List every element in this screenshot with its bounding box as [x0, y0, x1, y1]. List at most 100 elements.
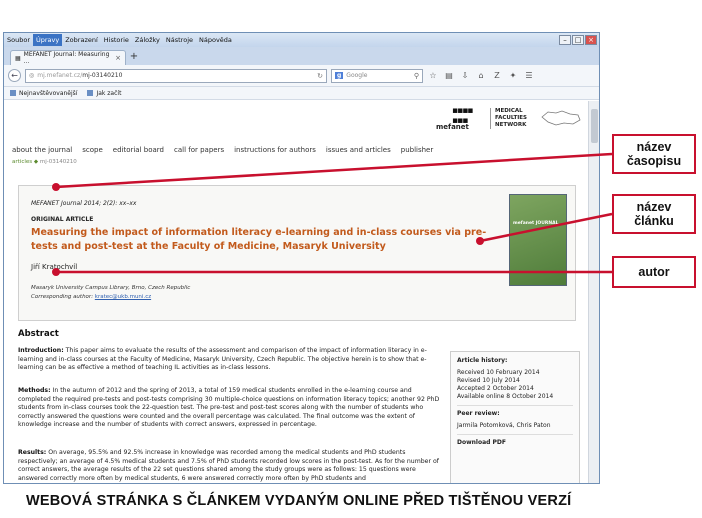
- close-icon[interactable]: ×: [585, 35, 597, 45]
- cover-title: mefanet JOURNAL: [513, 221, 559, 226]
- citation-details: 2014; 2(2): xx–xx: [83, 200, 137, 207]
- search-placeholder: Google: [346, 72, 368, 79]
- callout-article-line2: článku: [634, 214, 674, 228]
- web-page: ▪▪▪▪ ▪▪▪ mefanet MEDICAL FACULTIES NETWOR…: [4, 101, 589, 483]
- corresponding-email-link[interactable]: kratec@ukb.muni.cz: [95, 294, 151, 300]
- google-icon: g: [335, 72, 344, 79]
- peer-review-heading: Peer review:: [457, 410, 500, 417]
- menu-zobrazeni[interactable]: Zobrazení: [62, 34, 101, 46]
- figure-caption: WEBOVÁ STRÁNKA S ČLÁNKEM VYDANÝM ONLINE …: [26, 493, 572, 509]
- figure: Soubor Úpravy Zobrazení Historie Záložky…: [0, 0, 702, 518]
- window-controls: – □ ×: [559, 35, 599, 45]
- article-title: Measuring the impact of information lite…: [31, 227, 487, 252]
- history-heading: Article history:: [457, 357, 508, 364]
- site-header: ▪▪▪▪ ▪▪▪ mefanet MEDICAL FACULTIES NETWOR…: [4, 101, 589, 137]
- nav-publisher[interactable]: publisher: [401, 146, 433, 154]
- site-nav: about the journal scope editorial board …: [4, 143, 589, 157]
- tagline-line-1: MEDICAL: [495, 108, 523, 114]
- callout-journal-name: název časopisu: [612, 134, 696, 174]
- star-icon[interactable]: ☆: [427, 71, 439, 80]
- history-accepted: Accepted 2 October 2014: [457, 385, 534, 392]
- bookmarks-bar: Nejnavštěvovanější Jak začít: [4, 87, 599, 100]
- abstract-methods: Methods: In the autumn of 2012 and the s…: [18, 387, 444, 430]
- citation: MEFANET Journal 2014; 2(2): xx–xx: [31, 200, 136, 207]
- affiliation-text: Masaryk University Campus Library, Brno,…: [31, 285, 191, 291]
- nav-issues[interactable]: issues and articles: [326, 146, 391, 154]
- address-bar[interactable]: ◎ mj.mefanet.cz/mj-03140210 ↻: [25, 68, 327, 83]
- url-path: mj-03140210: [82, 72, 123, 79]
- page-scrollbar[interactable]: [588, 101, 599, 483]
- results-text: On average, 95.5% and 92.5% increase in …: [18, 449, 439, 482]
- zotero-icon[interactable]: Z: [491, 71, 503, 80]
- menu-zalozky[interactable]: Záložky: [132, 34, 163, 46]
- back-button[interactable]: ←: [8, 69, 21, 82]
- hamburger-menu-icon[interactable]: ☰: [523, 71, 535, 80]
- tab-close-icon[interactable]: ×: [115, 54, 121, 62]
- callout-journal-line1: název: [636, 140, 672, 154]
- download-pdf-link[interactable]: Download PDF: [457, 439, 573, 447]
- maximize-icon[interactable]: □: [572, 35, 584, 45]
- home-icon[interactable]: ⌂: [475, 71, 487, 80]
- history-revised: Revised 10 July 2014: [457, 377, 520, 384]
- globe-icon: ◎: [29, 72, 35, 79]
- menu-historie[interactable]: Historie: [101, 34, 132, 46]
- browser-tab[interactable]: ▦ MEFANET Journal: Measuring ... ×: [10, 50, 126, 65]
- menu-soubor[interactable]: Soubor: [4, 34, 33, 46]
- abstract-heading: Abstract: [18, 329, 59, 339]
- callout-author-label: autor: [638, 265, 670, 279]
- history-available: Available online 8 October 2014: [457, 393, 554, 400]
- reader-icon[interactable]: ▤: [443, 71, 455, 80]
- peer-reviewers: Jarmila Potomková, Chris Paton: [457, 422, 551, 429]
- reload-icon[interactable]: ↻: [317, 72, 323, 80]
- minimize-icon[interactable]: –: [559, 35, 571, 45]
- article-history-box: Article history: Received 10 February 20…: [450, 351, 580, 483]
- menu-bar: Soubor Úpravy Zobrazení Historie Záložky…: [4, 33, 599, 47]
- menu-nastroje[interactable]: Nástroje: [163, 34, 196, 46]
- url-host: mj.mefanet.cz/: [37, 72, 83, 79]
- article-header-box: MEFANET Journal 2014; 2(2): xx–xx ORIGIN…: [18, 185, 576, 321]
- author-name: Jiří Kratochvíl: [31, 263, 78, 271]
- corresponding-label: Corresponding author:: [31, 294, 94, 300]
- callout-author: autor: [612, 256, 696, 288]
- new-tab-button[interactable]: +: [126, 50, 142, 65]
- breadcrumb-parent[interactable]: articles: [12, 159, 32, 165]
- czech-map-icon: [541, 110, 581, 126]
- nav-editorial-board[interactable]: editorial board: [113, 146, 164, 154]
- breadcrumb-current: mj-03140210: [39, 159, 77, 165]
- nav-scope[interactable]: scope: [82, 146, 103, 154]
- scrollbar-thumb[interactable]: [591, 109, 598, 143]
- favicon-icon: ▦: [15, 54, 21, 62]
- search-icon[interactable]: ⚲: [414, 72, 419, 80]
- search-bar[interactable]: g Google ⚲: [331, 68, 423, 83]
- bookmark-getting-started[interactable]: Jak začít: [87, 90, 121, 97]
- divider: [457, 434, 573, 435]
- intro-text: This paper aims to evaluate the results …: [18, 347, 427, 371]
- site-logo[interactable]: mefanet: [436, 123, 469, 131]
- browser-window: Soubor Úpravy Zobrazení Historie Záložky…: [3, 32, 600, 484]
- network-tagline: MEDICAL FACULTIES NETWORK: [490, 108, 527, 129]
- download-icon[interactable]: ⇩: [459, 71, 471, 80]
- tagline-line-3: NETWORK: [495, 122, 527, 128]
- breadcrumb: articles ◆ mj-03140210: [4, 159, 589, 169]
- nav-about[interactable]: about the journal: [12, 146, 72, 154]
- tab-title: MEFANET Journal: Measuring ...: [23, 51, 110, 65]
- intro-label: Introduction:: [18, 347, 64, 354]
- methods-text: In the autumn of 2012 and the spring of …: [18, 387, 440, 428]
- menu-napoveda[interactable]: Nápověda: [196, 34, 235, 46]
- addon-icon[interactable]: ✦: [507, 71, 519, 80]
- divider: [457, 405, 573, 406]
- results-label: Results:: [18, 449, 47, 456]
- nav-call-for-papers[interactable]: call for papers: [174, 146, 224, 154]
- journal-cover-image: mefanet JOURNAL: [509, 194, 567, 286]
- navigation-bar: ← ◎ mj.mefanet.cz/mj-03140210 ↻ g Google…: [4, 65, 599, 87]
- history-received: Received 10 February 2014: [457, 369, 540, 376]
- callout-article-name: název článku: [612, 194, 696, 234]
- tab-strip: ▦ MEFANET Journal: Measuring ... × +: [4, 47, 599, 65]
- callout-journal-line2: časopisu: [626, 154, 682, 168]
- callout-article-line1: název: [636, 200, 672, 214]
- article-type: ORIGINAL ARTICLE: [31, 216, 94, 223]
- abstract-introduction: Introduction: This paper aims to evaluat…: [18, 347, 444, 373]
- nav-instructions[interactable]: instructions for authors: [234, 146, 316, 154]
- bookmark-most-visited[interactable]: Nejnavštěvovanější: [10, 90, 77, 97]
- menu-upravy[interactable]: Úpravy: [33, 34, 63, 46]
